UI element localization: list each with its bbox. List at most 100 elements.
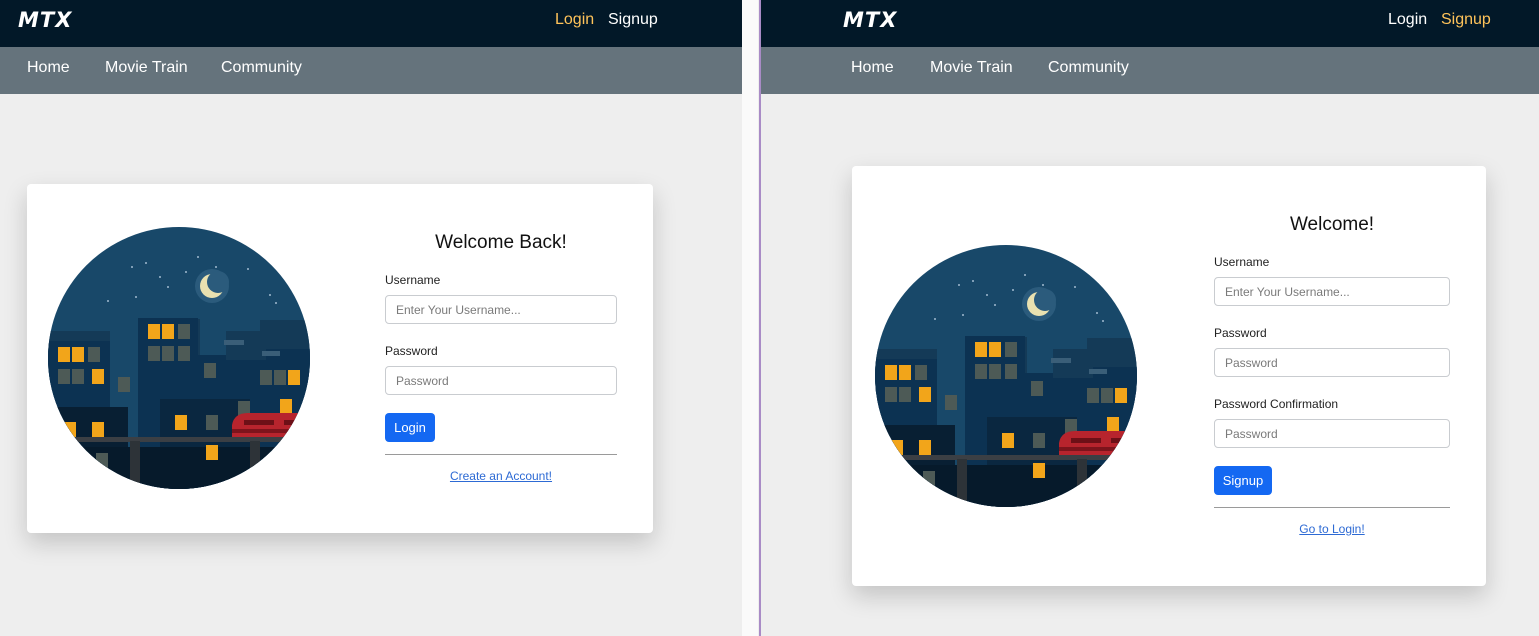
brand-logo[interactable]: MTX [843, 8, 897, 32]
form-divider [385, 454, 617, 455]
main-nav: Home Movie Train Community [0, 47, 742, 94]
window [975, 342, 987, 357]
window [206, 445, 218, 460]
nav-home[interactable]: Home [851, 59, 894, 77]
signup-link[interactable]: Signup [608, 11, 658, 29]
track [48, 437, 310, 442]
nav-movie-train[interactable]: Movie Train [105, 59, 188, 77]
star [185, 271, 187, 273]
window [92, 369, 104, 384]
window [1107, 417, 1119, 432]
username-label: Username [385, 273, 441, 287]
window [72, 347, 84, 362]
password-confirmation-input[interactable] [1214, 419, 1450, 448]
pillar [250, 441, 260, 489]
moon-shadow [1034, 289, 1056, 311]
night-city-train-illustration [875, 245, 1137, 507]
train-window [244, 420, 274, 425]
login-card: Welcome Back! Username Password Login Cr… [27, 184, 653, 533]
nav-movie-train[interactable]: Movie Train [930, 59, 1013, 77]
pillar [957, 459, 967, 507]
illustration-scene [875, 245, 1137, 507]
username-input[interactable] [385, 295, 617, 324]
password-label: Password [385, 344, 438, 358]
login-link[interactable]: Login [1388, 11, 1427, 29]
window [206, 415, 218, 430]
window [260, 370, 272, 385]
star [269, 294, 271, 296]
window [288, 370, 300, 385]
create-account-link[interactable]: Create an Account! [385, 469, 617, 483]
train-stripe [232, 429, 310, 433]
star [167, 286, 169, 288]
vent [262, 351, 280, 356]
window [891, 440, 903, 455]
star [958, 284, 960, 286]
password-input[interactable] [1214, 348, 1450, 377]
password-confirmation-label: Password Confirmation [1214, 397, 1339, 411]
vent [1089, 369, 1107, 374]
window [178, 324, 190, 339]
nav-home[interactable]: Home [27, 59, 70, 77]
login-link[interactable]: Login [555, 11, 594, 29]
window [204, 363, 216, 378]
vent [224, 340, 244, 345]
window [1087, 388, 1099, 403]
window [885, 387, 897, 402]
window [96, 453, 108, 468]
night-city-train-illustration [48, 227, 310, 489]
star [1102, 320, 1104, 322]
form-divider [1214, 507, 1450, 508]
train-window [1111, 438, 1137, 443]
go-to-login-link[interactable]: Go to Login! [1214, 522, 1450, 536]
window [148, 324, 160, 339]
train-stripe [1059, 447, 1137, 451]
moon-shadow [207, 271, 229, 293]
window [58, 369, 70, 384]
star [215, 266, 217, 268]
star [145, 262, 147, 264]
window [1005, 364, 1017, 379]
window [1033, 463, 1045, 478]
star [131, 266, 133, 268]
window [945, 395, 957, 410]
window [92, 422, 104, 437]
window [915, 365, 927, 380]
star [1042, 284, 1044, 286]
vent [1051, 358, 1071, 363]
star [159, 276, 161, 278]
window [274, 370, 286, 385]
window [899, 365, 911, 380]
window-gap [742, 0, 758, 636]
form-title: Welcome Back! [435, 232, 567, 253]
window [280, 399, 292, 414]
window [989, 364, 1001, 379]
star [1012, 289, 1014, 291]
window [175, 415, 187, 430]
star [962, 314, 964, 316]
ground [875, 465, 1137, 507]
top-bar: MTX Login Signup [0, 0, 742, 47]
window [58, 347, 70, 362]
window [148, 346, 160, 361]
window [1115, 388, 1127, 403]
signup-page: MTX Login Signup Home Movie Train Commun… [761, 0, 1539, 636]
star [107, 300, 109, 302]
brand-logo[interactable]: MTX [18, 8, 72, 32]
nav-community[interactable]: Community [1048, 59, 1129, 77]
username-input[interactable] [1214, 277, 1450, 306]
signup-button[interactable]: Signup [1214, 466, 1272, 495]
form-title: Welcome! [1289, 214, 1375, 235]
ground [48, 447, 310, 489]
star [1074, 286, 1076, 288]
nav-community[interactable]: Community [221, 59, 302, 77]
window [919, 387, 931, 402]
window [919, 440, 931, 455]
signup-link[interactable]: Signup [1441, 11, 1491, 29]
window [1101, 388, 1113, 403]
window [923, 471, 935, 486]
window [162, 324, 174, 339]
password-input[interactable] [385, 366, 617, 395]
pillar [130, 441, 140, 489]
login-button[interactable]: Login [385, 413, 435, 442]
